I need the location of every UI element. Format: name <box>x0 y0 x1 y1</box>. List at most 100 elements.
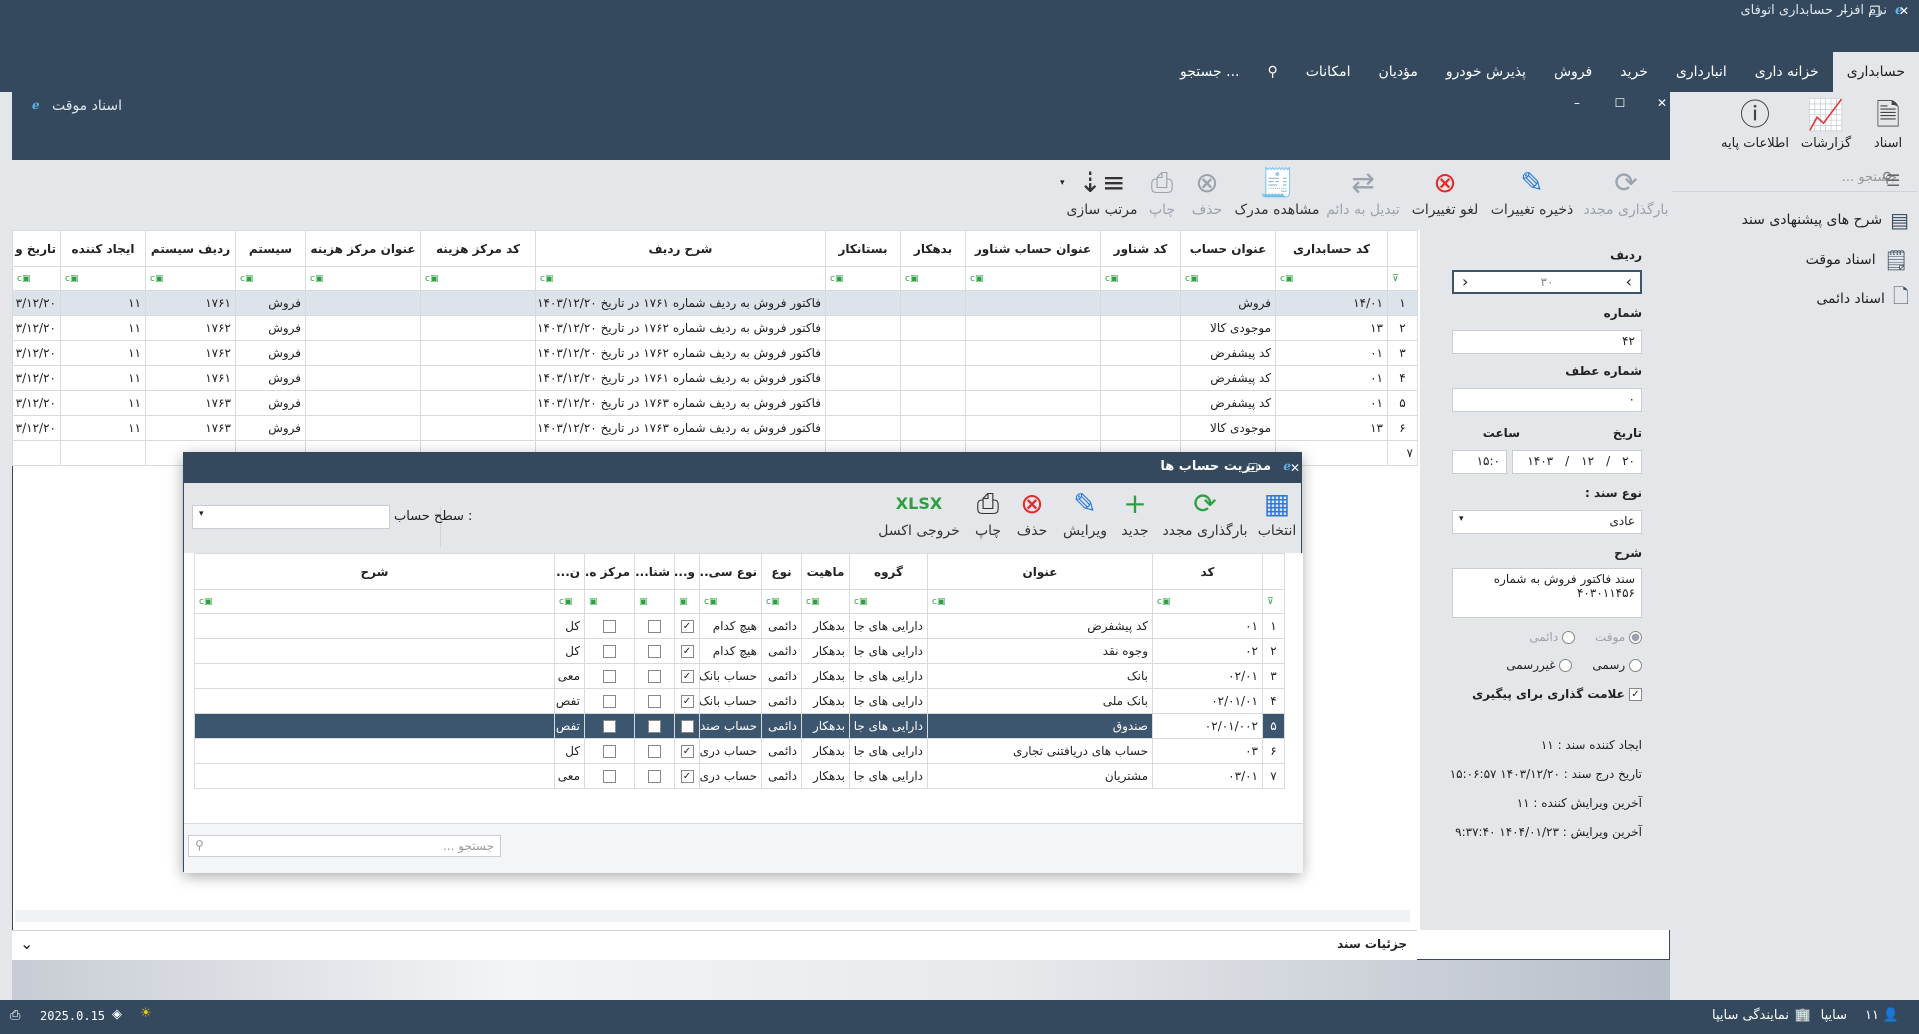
print-button[interactable]: ⎙ چاپ <box>1142 166 1182 218</box>
menu-icon[interactable]: ☰ <box>1886 171 1900 190</box>
filter-cell[interactable]: ▣c <box>420 266 536 291</box>
window-minimize-icon[interactable]: – <box>1562 92 1592 114</box>
level-select[interactable]: ▾ <box>192 505 390 529</box>
column-header[interactable]: عنوان مرکز هزینه <box>305 230 421 267</box>
radio-temp[interactable]: ● موقت <box>1595 630 1642 644</box>
table-row[interactable]: ۵ ۰۲/۰۱/۰۰۲ صندوق دارایی های جا بدهکار دائمی ح… <box>194 713 1285 739</box>
checkbox[interactable] <box>648 645 661 658</box>
table-row[interactable]: ۱ ۱۴/۰۱ فروش فاکتور فروش به ردیف شماره ۱۷۶۱… <box>12 290 1418 316</box>
filter-cell[interactable]: ▣c <box>761 589 802 614</box>
sort-button[interactable]: ⇣≡ مرتب سازی <box>1064 166 1140 218</box>
ribbon-base-info-button[interactable]: ⓘ اطلاعات پایه <box>1715 92 1795 162</box>
mark-followup-checkbox[interactable]: ✓ علامت گذاری برای پیگیری <box>1472 687 1642 701</box>
checkbox[interactable] <box>603 620 616 633</box>
table-row[interactable]: ۶ ۱۳ موجودی کالا فاکتور فروش به ردیف شماره … <box>12 415 1418 441</box>
column-header[interactable]: کد <box>1152 553 1263 590</box>
filter-cell[interactable]: ▣c <box>554 589 585 614</box>
chevron-down-icon[interactable]: ⌄ <box>20 934 33 953</box>
dialog-search-input[interactable]: جستجو ... ⚲ <box>188 835 501 857</box>
dialog-minimize-icon[interactable]: – <box>1194 457 1224 479</box>
filter-cell[interactable]: ▣c <box>305 266 421 291</box>
filter-cell[interactable]: ▣c <box>1152 589 1263 614</box>
column-header[interactable]: و... <box>674 553 700 590</box>
checkbox[interactable] <box>648 745 661 758</box>
column-header[interactable]: بستانکار <box>825 230 901 267</box>
menu-item-7[interactable]: امکانات <box>1292 52 1365 92</box>
checkbox-cell[interactable]: ✓ <box>674 638 700 664</box>
checkbox-cell[interactable] <box>584 713 635 739</box>
checkbox[interactable]: ✓ <box>680 620 694 633</box>
chevron-down-icon[interactable]: ▾ <box>1060 178 1065 188</box>
checkbox-cell[interactable] <box>584 613 635 639</box>
column-header[interactable]: عنوان حساب <box>1180 230 1276 267</box>
table-row[interactable]: ۷ ۰۳/۰۱ مشتریان دارایی های جا بدهکار دائمی حسا… <box>194 763 1285 789</box>
menu-item-4[interactable]: فروش <box>1540 52 1606 92</box>
edit-button[interactable]: ✎ ویرایش <box>1058 487 1112 539</box>
column-header[interactable]: گروه <box>849 553 928 590</box>
checkbox[interactable] <box>603 695 616 708</box>
menu-item-0[interactable]: حسابداری <box>1832 52 1919 92</box>
search-icon[interactable]: ⚲ <box>1253 52 1291 92</box>
radio-official[interactable]: رسمی <box>1592 658 1642 672</box>
filter-cell[interactable]: ⊽ <box>1387 266 1418 291</box>
filter-cell[interactable]: ▣ <box>584 589 635 614</box>
column-header[interactable]: ن... <box>554 553 585 590</box>
filter-cell[interactable]: ⊽ <box>1262 589 1285 614</box>
checkbox-cell[interactable]: ✓ <box>674 763 700 789</box>
layers-icon[interactable]: ◈ <box>112 1007 122 1022</box>
column-header[interactable]: تاریخ و ساع <box>12 230 61 267</box>
view-document-button[interactable]: 🧾 مشاهده مدرک <box>1234 166 1320 218</box>
doc-type-select[interactable]: عادی ▾ <box>1452 510 1642 534</box>
checkbox[interactable] <box>648 695 661 708</box>
table-row[interactable]: ۲ ۰۲ وجوه نقد دارایی های جا بدهکار دائمی هیچ ک… <box>194 638 1285 664</box>
filter-cell[interactable]: ▣c <box>699 589 762 614</box>
column-header[interactable]: ایجاد کننده <box>60 230 146 267</box>
menu-item-8[interactable]: جستجو ... <box>1166 52 1253 92</box>
chevron-left-icon[interactable]: ‹ <box>1462 272 1468 291</box>
column-header[interactable]: کد حسابداری <box>1275 230 1388 267</box>
column-header[interactable]: ماهیت <box>801 553 850 590</box>
checkbox-cell[interactable]: ✓ <box>674 738 700 764</box>
select-button[interactable]: ▦ انتخاب <box>1254 487 1300 539</box>
checkbox-cell[interactable] <box>634 738 675 764</box>
checkbox-cell[interactable] <box>584 738 635 764</box>
menu-item-6[interactable]: مؤدیان <box>1364 52 1431 92</box>
reference-field[interactable]: ۰ <box>1452 388 1642 412</box>
column-header[interactable]: کد مرکز هزینه <box>420 230 536 267</box>
checkbox-cell[interactable]: ✓ <box>674 688 700 714</box>
checkbox[interactable]: ✓ <box>680 695 694 708</box>
restore-icon[interactable]: ❐ <box>1860 0 1890 22</box>
sidebar-item-suggested-descriptions[interactable]: ▤ شرح های پیشنهادی سند <box>1742 206 1909 234</box>
table-row[interactable]: ۴ ۰۲/۰۱/۰۱ بانک ملی دارایی های جا بدهکار دائم… <box>194 688 1285 714</box>
reload-button[interactable]: ⟳ بارگذاری مجدد <box>1582 166 1670 218</box>
dialog-delete-button[interactable]: ⊗ حذف <box>1010 487 1054 539</box>
checkbox[interactable]: ✓ <box>680 770 694 783</box>
sidebar-item-temp-docs[interactable]: 🗒 اسناد موقت <box>1806 246 1909 274</box>
checkbox-cell[interactable] <box>584 763 635 789</box>
column-header[interactable] <box>1387 230 1418 267</box>
checkbox-cell[interactable] <box>634 613 675 639</box>
filter-cell[interactable]: ▣c <box>801 589 850 614</box>
checkbox[interactable] <box>648 770 661 783</box>
radio-unofficial[interactable]: غیررسمی <box>1506 658 1573 672</box>
sidebar-search-input[interactable]: جستجو ... <box>1672 170 1917 192</box>
delete-button[interactable]: ⊗ حذف <box>1184 166 1230 218</box>
column-header[interactable]: شرح <box>194 553 555 590</box>
filter-cell[interactable]: ▣c <box>927 589 1153 614</box>
checkbox[interactable]: ✓ <box>680 720 694 733</box>
dialog-close-icon[interactable]: ✕ <box>1280 457 1310 479</box>
table-row[interactable]: ۳ ۰۱ کد پیشفرض فاکتور فروش به ردیف شماره ۱۷… <box>12 340 1418 366</box>
checkbox[interactable] <box>648 720 661 733</box>
column-header[interactable]: عنوان <box>927 553 1153 590</box>
column-header[interactable]: ردیف سیستم <box>145 230 236 267</box>
checkbox-cell[interactable] <box>584 663 635 689</box>
checkbox-cell[interactable] <box>634 713 675 739</box>
dialog-maximize-icon[interactable]: ☐ <box>1238 457 1268 479</box>
filter-cell[interactable]: ▣c <box>1275 266 1388 291</box>
checkbox-cell[interactable]: ✓ <box>674 663 700 689</box>
checkbox[interactable] <box>603 720 616 733</box>
filter-cell[interactable]: ▣c <box>1100 266 1181 291</box>
checkbox[interactable] <box>603 770 616 783</box>
new-button[interactable]: + جدید <box>1114 487 1156 539</box>
column-header[interactable]: سیستم <box>235 230 306 267</box>
